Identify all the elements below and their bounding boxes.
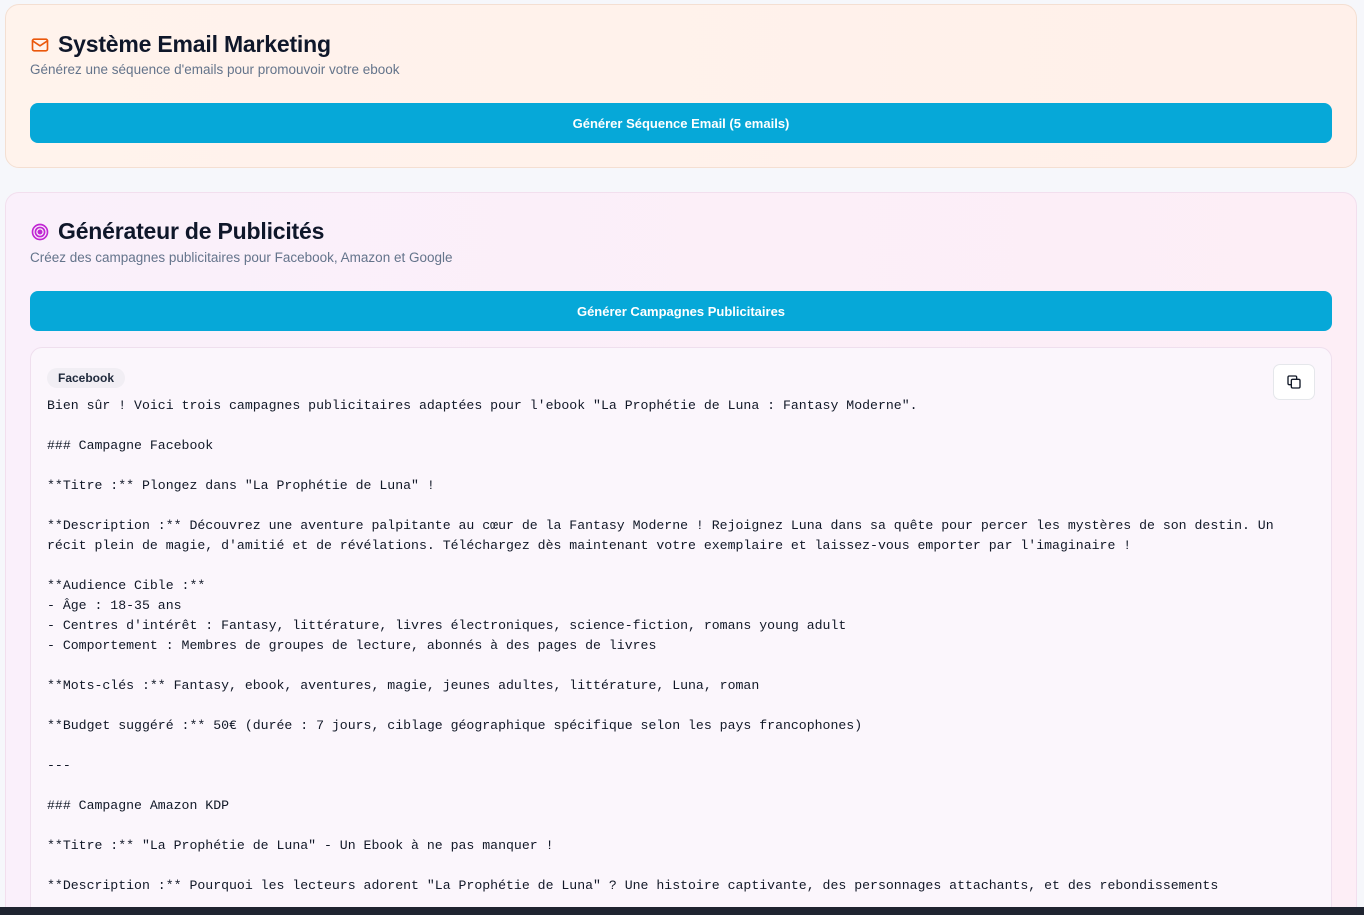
email-card-title: Système Email Marketing xyxy=(58,31,331,57)
platform-badge: Facebook xyxy=(47,368,126,388)
target-icon xyxy=(30,222,50,242)
generate-email-sequence-button[interactable]: Générer Séquence Email (5 emails) xyxy=(30,103,1332,143)
ad-campaign-result: Facebook Bien sûr ! Voici trois campagne… xyxy=(30,347,1332,915)
copy-button[interactable] xyxy=(1273,364,1315,400)
ads-card-title: Générateur de Publicités xyxy=(58,218,325,244)
copy-icon xyxy=(1286,374,1302,390)
mail-icon xyxy=(30,35,50,55)
email-card-header: Système Email Marketing xyxy=(30,31,331,58)
ads-card-subtitle: Créez des campagnes publicitaires pour F… xyxy=(30,250,453,265)
ads-generator-card: Générateur de Publicités Créez des campa… xyxy=(5,192,1357,915)
taskbar xyxy=(0,907,1364,915)
ad-campaign-text: Bien sûr ! Voici trois campagnes publici… xyxy=(47,398,1274,893)
ads-card-header: Générateur de Publicités xyxy=(30,218,324,245)
email-card-subtitle: Générez une séquence d'emails pour promo… xyxy=(30,62,400,77)
generate-ad-campaigns-button[interactable]: Générer Campagnes Publicitaires xyxy=(30,291,1332,331)
email-marketing-card: Système Email Marketing Générez une séqu… xyxy=(5,4,1357,168)
